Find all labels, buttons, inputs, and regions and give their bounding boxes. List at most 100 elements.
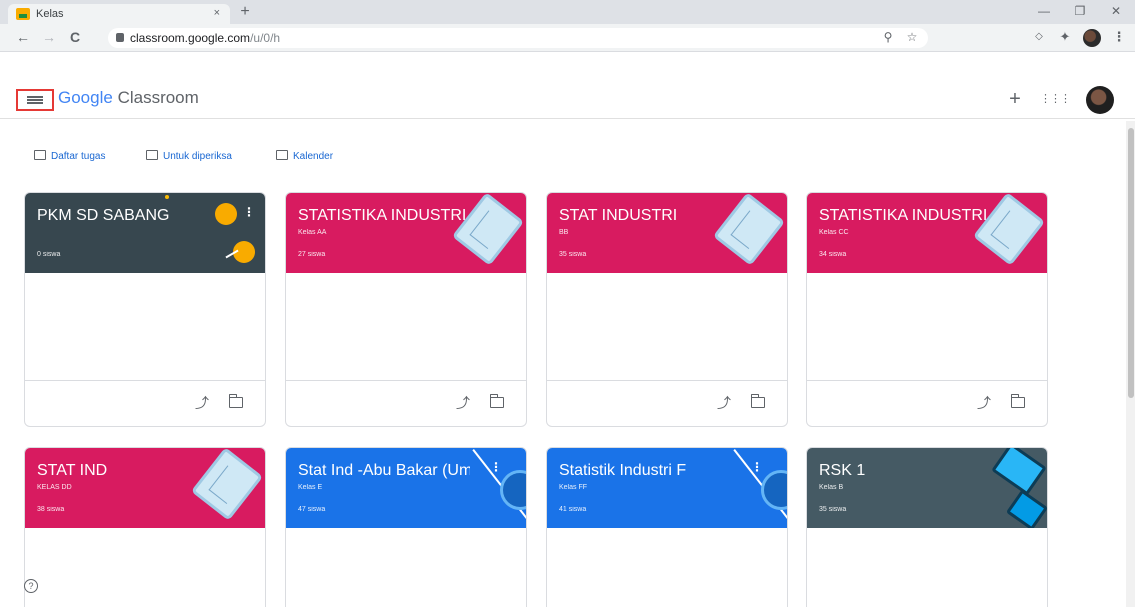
course-name[interactable]: STAT IND — [37, 462, 107, 480]
course-banner[interactable]: STATISTIKA INDUSTRI Kelas AA 27 siswa — [286, 193, 526, 273]
decor-tablet-icon — [712, 193, 786, 266]
course-students: 27 siswa — [298, 251, 326, 258]
course-banner[interactable]: STAT INDUSTRI BB 35 siswa — [547, 193, 787, 273]
new-tab-button[interactable]: + — [236, 3, 254, 21]
decor-tablet-icon — [972, 193, 1046, 266]
course-card[interactable]: STATISTIKA INDUSTRI Kelas CC 34 siswa ⤴ — [806, 192, 1048, 427]
bookmark-star-icon[interactable]: ☆ — [904, 30, 920, 44]
google-classroom-logo[interactable]: Google Classroom — [58, 88, 199, 108]
back-button[interactable]: ← — [14, 28, 32, 46]
course-name[interactable]: STATISTIKA INDUSTRI — [298, 207, 466, 225]
forward-button[interactable]: → — [40, 28, 58, 46]
calendar-link[interactable]: Kalender — [276, 150, 333, 162]
decor-circle-icon — [761, 470, 787, 510]
browser-tab[interactable]: Kelas × — [8, 4, 230, 24]
main-menu-button[interactable] — [16, 89, 54, 111]
course-card[interactable]: STAT INDUSTRI BB 35 siswa ⤴ — [546, 192, 788, 427]
folder-icon[interactable] — [751, 394, 765, 408]
extension-shield-icon[interactable]: ◇ — [1030, 28, 1048, 46]
course-section: Kelas B — [819, 484, 844, 491]
course-section: Kelas E — [298, 484, 323, 491]
trending-up-icon[interactable]: ⤴ — [456, 393, 470, 413]
course-students: 35 siswa — [559, 251, 587, 258]
decor-tile-icon — [1005, 489, 1047, 528]
course-students: 47 siswa — [298, 506, 326, 513]
folder-icon[interactable] — [1011, 394, 1025, 408]
todo-link[interactable]: Daftar tugas — [34, 150, 105, 162]
decor-tile-icon — [991, 448, 1047, 496]
course-students: 41 siswa — [559, 506, 587, 513]
account-avatar[interactable] — [1086, 86, 1114, 114]
course-card[interactable]: PKM SD SABANG 0 siswa ⋮ ⤴ — [24, 192, 266, 427]
window-minimize-button[interactable]: — — [1034, 4, 1054, 18]
calendar-icon — [276, 150, 288, 160]
reload-button[interactable]: C — [66, 28, 84, 46]
zoom-icon[interactable]: ⚲ — [880, 30, 896, 44]
to-review-link[interactable]: Untuk diperiksa — [146, 150, 232, 162]
hamburger-icon — [27, 96, 43, 104]
course-card[interactable]: STATISTIKA INDUSTRI Kelas AA 27 siswa ⤴ — [285, 192, 527, 427]
more-options-icon[interactable]: ⋮ — [243, 205, 255, 219]
card-footer: ⤴ — [547, 380, 787, 426]
tab-title: Kelas — [36, 8, 64, 20]
course-section: Kelas AA — [298, 229, 327, 236]
decor-sun-icon — [215, 203, 237, 225]
course-section: BB — [559, 229, 569, 236]
course-banner[interactable]: RSK 1 Kelas B 35 siswa — [807, 448, 1047, 528]
folder-icon[interactable] — [490, 394, 504, 408]
course-name[interactable]: STAT INDUSTRI — [559, 207, 677, 225]
address-url: classroom.google.com/u/0/h — [130, 31, 281, 45]
course-banner[interactable]: Statistik Industri F Kelas FF 41 siswa ⋮ — [547, 448, 787, 528]
more-options-icon[interactable]: ⋮ — [490, 460, 502, 474]
course-section: Kelas FF — [559, 484, 588, 491]
browser-menu-icon[interactable]: ⋮ — [1110, 28, 1128, 46]
browser-profile-avatar[interactable] — [1083, 29, 1101, 47]
course-name[interactable]: RSK 1 — [819, 462, 865, 480]
extension-pin-icon[interactable]: ✦ — [1056, 28, 1074, 46]
classroom-favicon-icon — [16, 8, 30, 20]
course-students: 34 siswa — [819, 251, 847, 258]
trending-up-icon[interactable]: ⤴ — [977, 393, 991, 413]
course-card[interactable]: RSK 1 Kelas B 35 siswa — [806, 447, 1048, 607]
course-name[interactable]: Statistik Industri F — [559, 462, 686, 480]
course-banner[interactable]: STAT IND KELAS DD 38 siswa — [25, 448, 265, 528]
browser-toolbar: ← → C classroom.google.com/u/0/h ⚲ ☆ ◇ ✦… — [0, 24, 1135, 52]
decor-tablet-icon — [451, 193, 525, 266]
card-footer: ⤴ — [25, 380, 265, 426]
google-apps-icon[interactable]: ⋮⋮⋮ — [1040, 92, 1071, 105]
window-close-button[interactable]: ✕ — [1106, 4, 1126, 18]
trending-up-icon[interactable]: ⤴ — [717, 393, 731, 413]
course-card[interactable]: Stat Ind -Abu Bakar (Ums) Kelas E 47 sis… — [285, 447, 527, 607]
window-maximize-button[interactable]: ❐ — [1070, 4, 1090, 18]
classroom-header — [0, 53, 1135, 119]
course-banner[interactable]: Stat Ind -Abu Bakar (Ums) Kelas E 47 sis… — [286, 448, 526, 528]
folder-icon[interactable] — [229, 394, 243, 408]
decor-dot-icon — [165, 195, 169, 199]
review-tray-icon — [146, 150, 158, 160]
tab-close-icon[interactable]: × — [214, 7, 220, 19]
address-bar[interactable]: classroom.google.com/u/0/h ⚲ ☆ — [108, 28, 928, 48]
lock-icon — [116, 33, 124, 42]
course-section: KELAS DD — [37, 484, 72, 491]
trending-up-icon[interactable]: ⤴ — [195, 393, 209, 413]
scrollbar-thumb[interactable] — [1128, 128, 1134, 398]
help-icon[interactable]: ? — [24, 579, 38, 593]
add-class-icon[interactable]: + — [1004, 88, 1026, 111]
course-students: 35 siswa — [819, 506, 847, 513]
decor-tablet-icon — [190, 448, 264, 521]
course-name[interactable]: STATISTIKA INDUSTRI — [819, 207, 987, 225]
course-card[interactable]: Statistik Industri F Kelas FF 41 siswa ⋮ — [546, 447, 788, 607]
course-name[interactable]: PKM SD SABANG — [37, 207, 169, 225]
card-footer: ⤴ — [286, 380, 526, 426]
course-name[interactable]: Stat Ind -Abu Bakar (Ums) — [298, 462, 470, 480]
course-banner[interactable]: PKM SD SABANG 0 siswa ⋮ — [25, 193, 265, 273]
course-banner[interactable]: STATISTIKA INDUSTRI Kelas CC 34 siswa — [807, 193, 1047, 273]
task-list-icon — [34, 150, 46, 160]
decor-circle-icon — [500, 470, 526, 510]
course-students: 0 siswa — [37, 251, 61, 258]
more-options-icon[interactable]: ⋮ — [751, 460, 763, 474]
brand-classroom-text: Classroom — [117, 88, 199, 107]
browser-tab-bar: Kelas × + — ❐ ✕ — [0, 0, 1135, 24]
course-section: Kelas CC — [819, 229, 849, 236]
course-card[interactable]: STAT IND KELAS DD 38 siswa — [24, 447, 266, 607]
